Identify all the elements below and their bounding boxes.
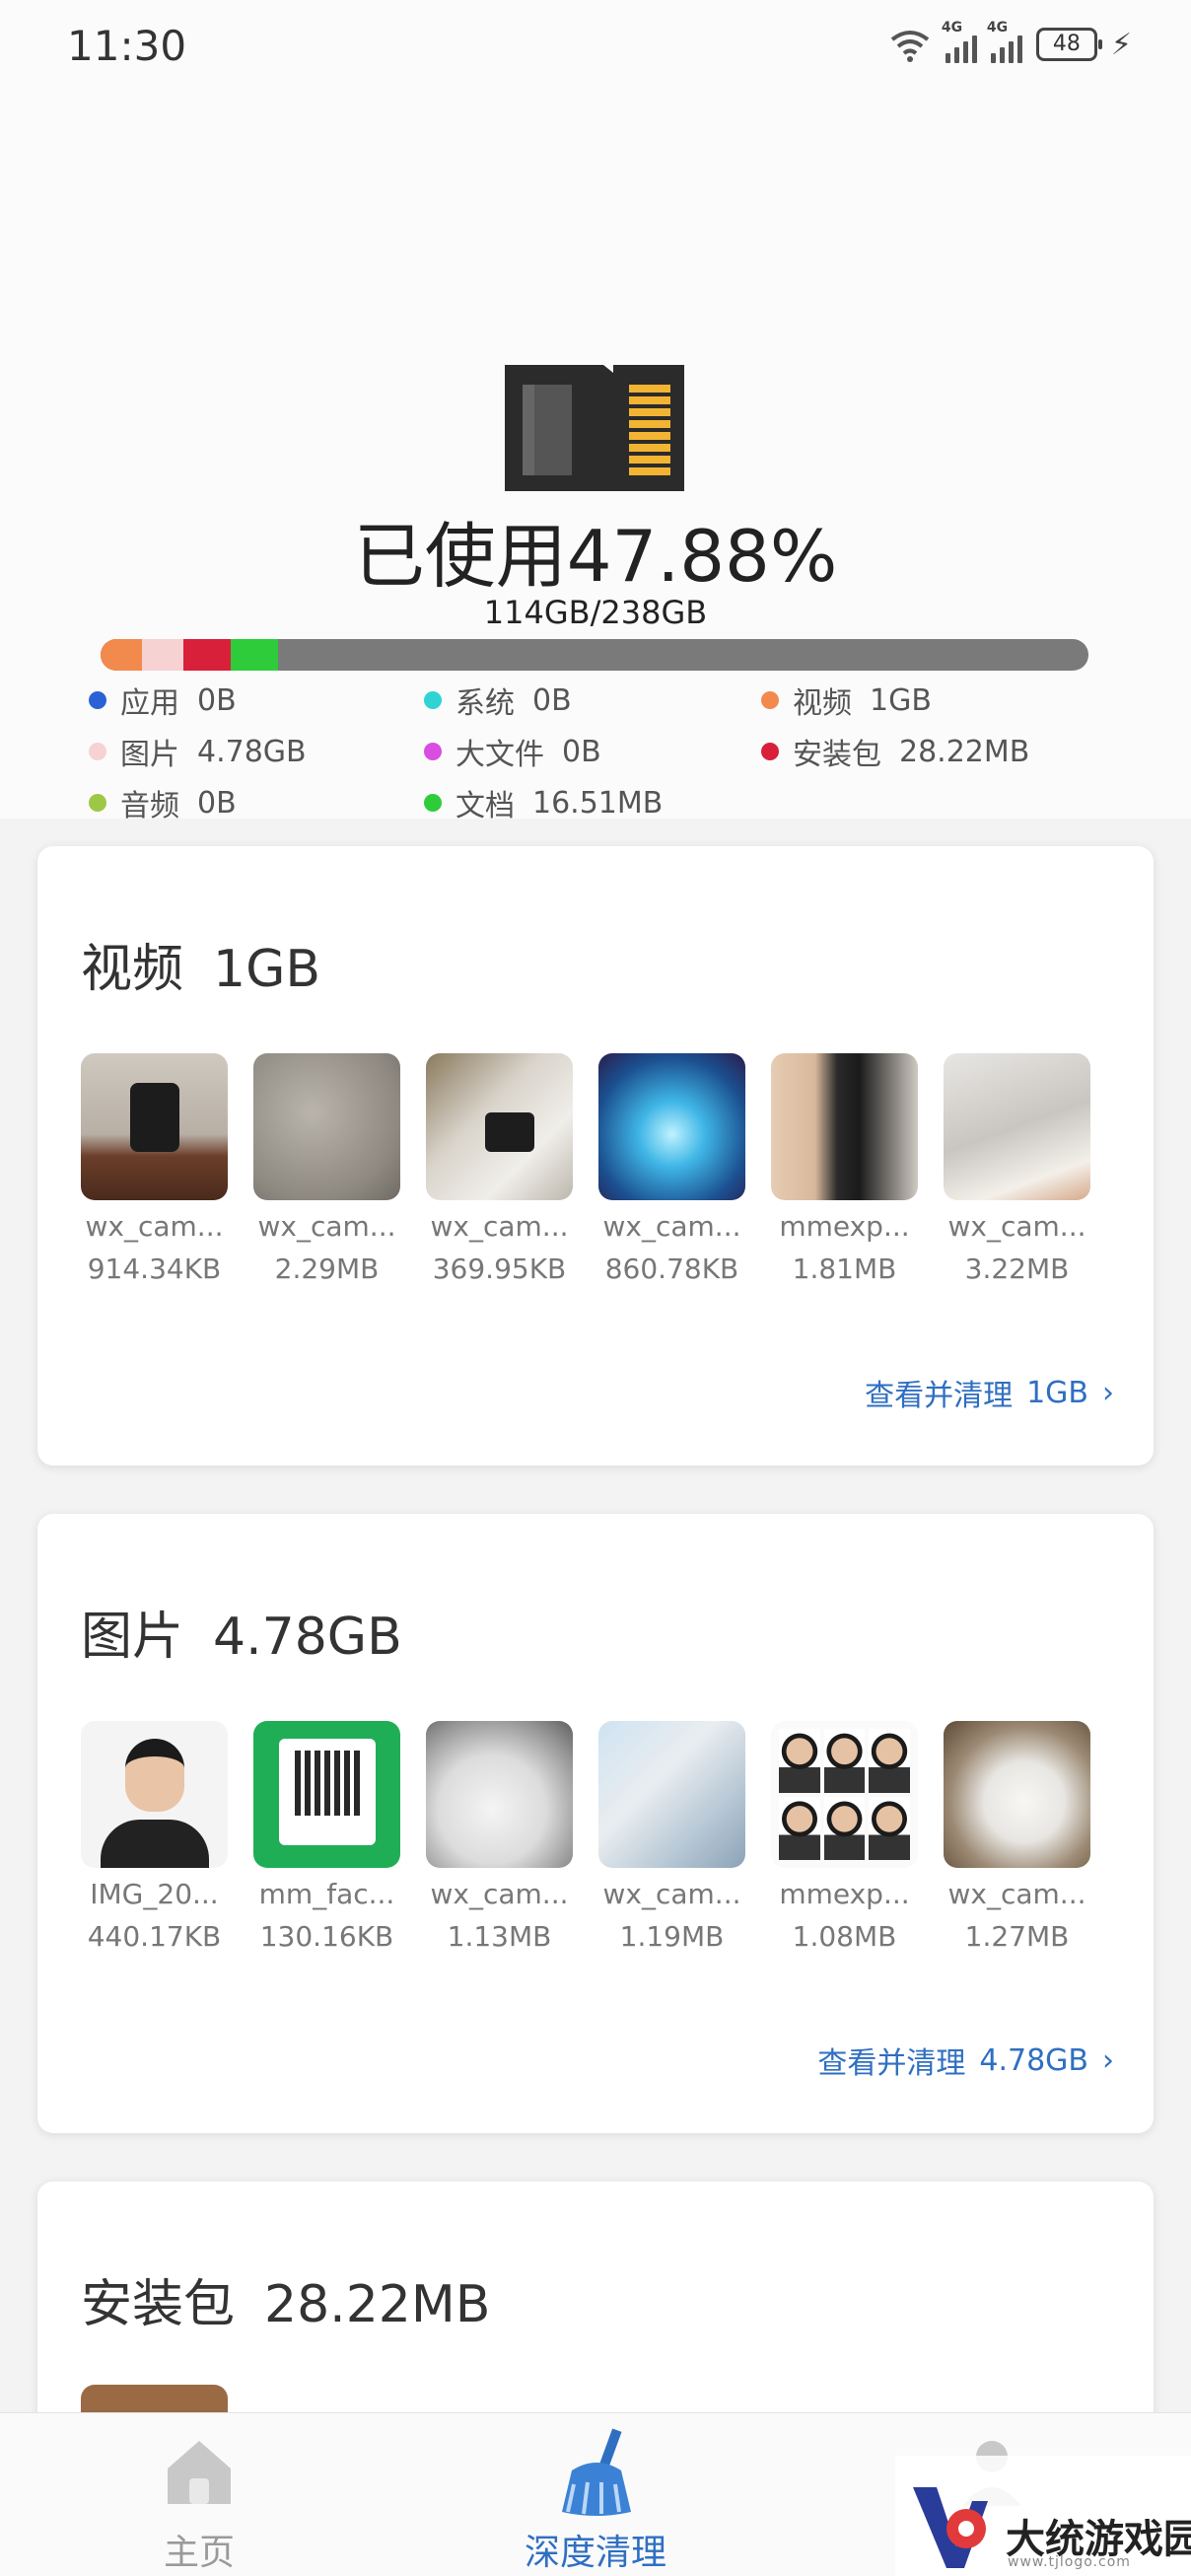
battery-icon: 48: [1035, 28, 1102, 61]
video-thumbnail[interactable]: wx_cam... 3.22MB: [944, 1053, 1090, 1285]
video-thumbnails: wx_cam... 914.34KB wx_cam... 2.29MB wx_c…: [81, 1053, 1090, 1285]
wifi-icon: [888, 26, 932, 63]
charging-icon: ⚡: [1110, 27, 1132, 62]
nav-deep-clean[interactable]: 深度清理: [448, 2413, 743, 2576]
signal-icon: 4G: [942, 20, 977, 63]
card-title: 安装包 28.22MB: [81, 2275, 491, 2334]
watermark: 大统游戏园 www.tjlogo.com: [895, 2456, 1191, 2576]
watermark-logo: [913, 2487, 988, 2568]
sd-card-icon: [505, 365, 684, 491]
signal-icon-2: 4G: [987, 20, 1022, 63]
storage-summary: 11:30 4G 4G 48 ⚡ 已使用47.88% 114GB/238GB 应…: [0, 0, 1191, 823]
used-percentage: 已使用47.88%: [353, 515, 838, 598]
storage-legend: 应用 0B 系统 0B 视频 1GB 图片 4.78GB 大文件 0B 安装包 28.22M…: [89, 680, 1124, 823]
legend-item: 安装包 28.22MB: [761, 732, 1096, 772]
image-thumbnail[interactable]: wx_cam... 1.13MB: [426, 1721, 573, 1953]
image-thumbnail[interactable]: mm_fac... 130.16KB: [253, 1721, 400, 1953]
video-thumbnail[interactable]: wx_cam... 2.29MB: [253, 1053, 400, 1285]
bar-segment-video: [101, 639, 142, 671]
status-time: 11:30: [67, 22, 187, 70]
video-thumbnail[interactable]: wx_cam... 369.95KB: [426, 1053, 573, 1285]
image-thumbnails: IMG_20... 440.17KB mm_fac... 130.16KB wx…: [81, 1721, 1090, 1953]
image-thumbnail[interactable]: wx_cam... 1.19MB: [598, 1721, 745, 1953]
home-icon: [168, 2441, 231, 2504]
bar-segment-apk: [183, 639, 231, 671]
nav-home[interactable]: 主页: [51, 2413, 347, 2576]
video-card[interactable]: 视频 1GB wx_cam... 914.34KB wx_cam... 2.29M…: [37, 846, 1154, 1466]
legend-item: 应用 0B: [89, 680, 424, 721]
status-icons: 4G 4G 48 ⚡: [888, 20, 1132, 63]
bar-segment-image: [142, 639, 183, 671]
legend-item: 视频 1GB: [761, 680, 1096, 721]
image-thumbnail[interactable]: mmexp... 1.08MB: [771, 1721, 918, 1953]
video-thumbnail[interactable]: mmexp... 1.81MB: [771, 1053, 918, 1285]
card-title: 视频 1GB: [81, 940, 321, 999]
video-thumbnail[interactable]: wx_cam... 914.34KB: [81, 1053, 228, 1285]
legend-item: 系统 0B: [424, 680, 761, 721]
legend-item: 文档 16.51MB: [424, 783, 761, 823]
storage-usage-bar: [101, 639, 1088, 671]
chevron-right-icon: ›: [1102, 2042, 1114, 2078]
legend-item: 大文件 0B: [424, 732, 761, 772]
used-capacity: 114GB/238GB: [483, 594, 708, 631]
card-title: 图片 4.78GB: [81, 1608, 402, 1667]
video-thumbnail[interactable]: wx_cam... 860.78KB: [598, 1053, 745, 1285]
view-and-clean-image-link[interactable]: 查看并清理 4.78GB ›: [817, 2039, 1114, 2082]
chevron-right-icon: ›: [1102, 1375, 1114, 1410]
view-and-clean-video-link[interactable]: 查看并清理 1GB ›: [865, 1371, 1114, 1414]
bar-segment-doc: [231, 639, 278, 671]
image-thumbnail[interactable]: wx_cam... 1.27MB: [944, 1721, 1090, 1953]
status-bar: 11:30 4G 4G 48 ⚡: [0, 0, 1191, 99]
image-card[interactable]: 图片 4.78GB IMG_20... 440.17KB mm_fac... 13…: [37, 1514, 1154, 2133]
legend-item: 音频 0B: [89, 783, 424, 823]
image-thumbnail[interactable]: IMG_20... 440.17KB: [81, 1721, 228, 1953]
legend-item: 图片 4.78GB: [89, 732, 424, 772]
broom-icon: [562, 2428, 631, 2516]
